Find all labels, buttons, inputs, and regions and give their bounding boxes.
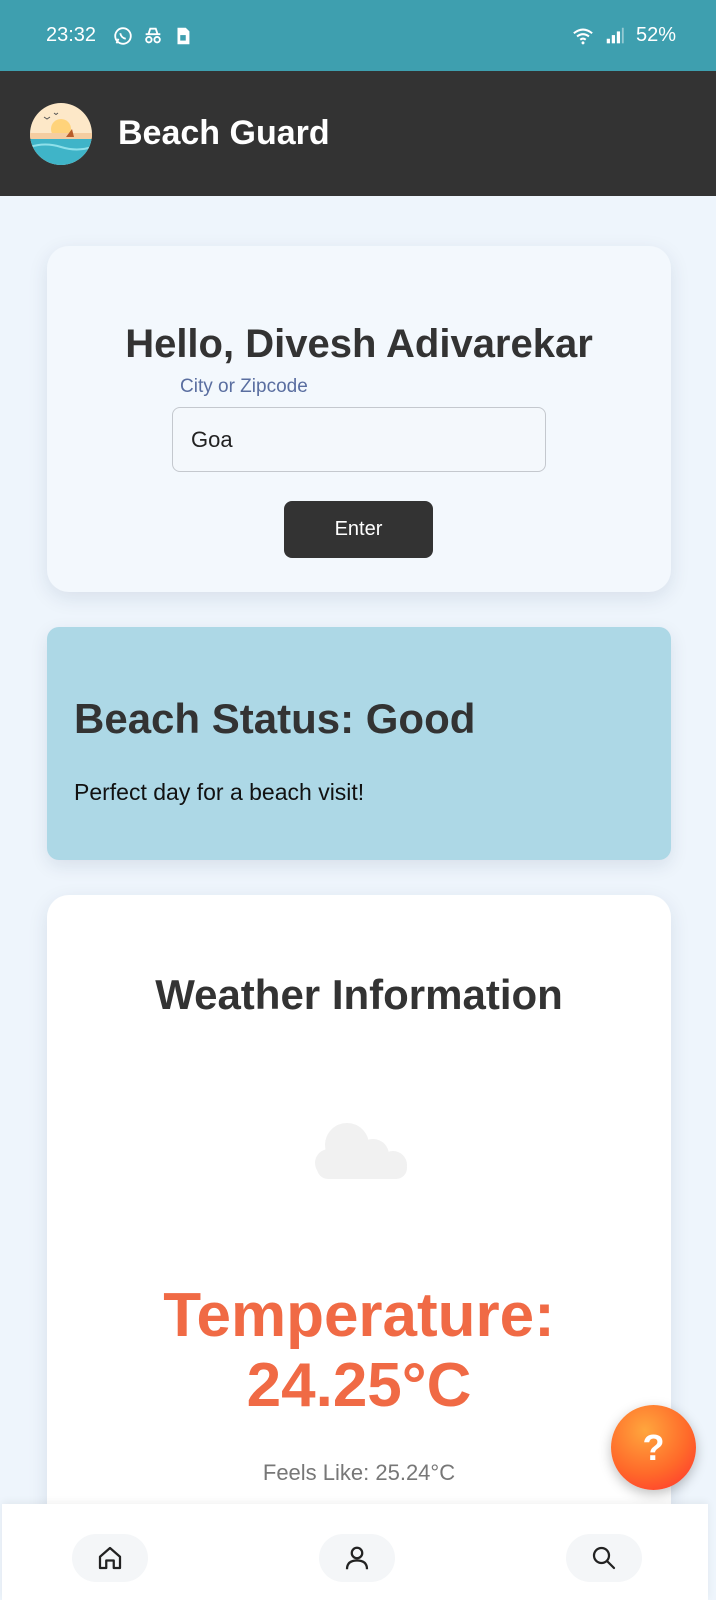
bottom-nav <box>2 1504 708 1600</box>
signal-icon <box>606 27 624 43</box>
status-time: 23:32 <box>46 24 97 46</box>
enter-button[interactable]: Enter <box>284 501 433 558</box>
battery-level: 52% <box>635 24 676 46</box>
nav-search[interactable] <box>566 1534 642 1582</box>
sim-icon <box>177 27 190 44</box>
app-bar: Beach Guard <box>0 71 716 196</box>
temperature-reading: 24.25°C <box>246 1351 472 1420</box>
status-bar: 23:32 52% <box>0 0 716 71</box>
search-icon <box>592 1546 616 1570</box>
app-title: Beach Guard <box>118 114 330 152</box>
city-input[interactable] <box>172 407 546 472</box>
weather-title: Weather Information <box>155 971 563 1018</box>
city-field-label: City or Zipcode <box>180 376 308 397</box>
beach-status-card: Beach Status: Good Perfect day for a bea… <box>47 627 671 860</box>
feels-like: Feels Like: 25.24°C <box>262 1460 456 1485</box>
home-icon <box>98 1546 122 1570</box>
weather-card: Weather Information Temperature: 24.25°C… <box>47 895 671 1600</box>
search-card: Hello, Divesh Adivarekar City or Zipcode… <box>47 246 671 592</box>
nav-home[interactable] <box>72 1534 148 1582</box>
profile-icon <box>345 1546 369 1570</box>
whatsapp-icon <box>114 26 132 45</box>
wifi-icon <box>573 28 593 44</box>
temperature-value: Temperature: 24.25°C <box>47 1281 671 1421</box>
beach-status-message: Perfect day for a beach visit! <box>74 779 365 805</box>
beach-status-title: Beach Status: Good <box>74 695 476 742</box>
cloud-icon <box>315 1123 407 1179</box>
temperature-label: Temperature: <box>163 1281 555 1350</box>
help-button[interactable]: ? <box>611 1405 696 1490</box>
incognito-icon <box>145 27 161 43</box>
nav-profile[interactable] <box>319 1534 395 1582</box>
beach-logo <box>30 102 92 165</box>
greeting-heading: Hello, Divesh Adivarekar <box>125 322 593 366</box>
